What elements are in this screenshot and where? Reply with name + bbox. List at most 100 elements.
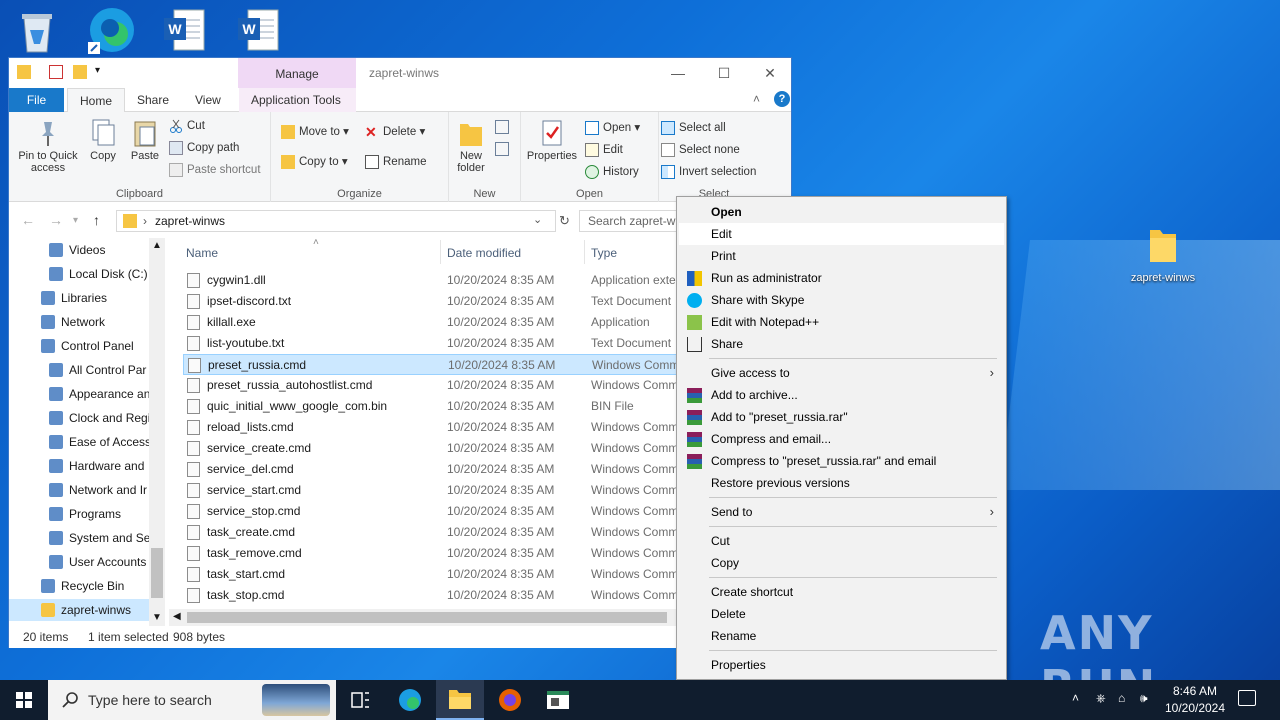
menu-item-create-shortcut[interactable]: Create shortcut xyxy=(679,581,1004,603)
word-document-icon[interactable]: W xyxy=(234,6,290,56)
nav-item[interactable]: Clock and Regi xyxy=(9,407,150,429)
column-separator[interactable] xyxy=(440,240,441,264)
menu-item-cut[interactable]: Cut xyxy=(679,530,1004,552)
tab-application-tools[interactable]: Application Tools xyxy=(239,88,356,112)
nav-item[interactable]: Network xyxy=(9,311,149,333)
menu-item-delete[interactable]: Delete xyxy=(679,603,1004,625)
tab-file[interactable]: File xyxy=(9,88,64,112)
menu-item-print[interactable]: Print xyxy=(679,245,1004,267)
nav-item[interactable]: Hardware and xyxy=(9,455,149,477)
taskbar-firefox-button[interactable] xyxy=(486,680,534,720)
nav-item[interactable]: Appearance an xyxy=(9,383,150,405)
menu-item-share-with-skype[interactable]: Share with Skype xyxy=(679,289,1004,311)
task-view-button[interactable] xyxy=(336,680,384,720)
edge-shortcut-icon[interactable] xyxy=(86,4,142,54)
properties-quick-icon[interactable] xyxy=(49,65,63,79)
manage-contextual-tab[interactable]: Manage xyxy=(238,58,356,88)
menu-item-edit[interactable]: Edit xyxy=(679,223,1004,245)
close-button[interactable]: ✕ xyxy=(747,62,793,84)
taskbar-explorer-button[interactable] xyxy=(436,680,484,720)
search-input[interactable]: Search zapret-wi xyxy=(579,210,689,232)
new-folder-quick-icon[interactable] xyxy=(73,65,87,79)
refresh-icon[interactable]: ↻ xyxy=(559,213,570,229)
menu-item-rename[interactable]: Rename xyxy=(679,625,1004,647)
menu-item-open[interactable]: Open xyxy=(679,201,1004,223)
nav-item[interactable]: Recycle Bin xyxy=(9,575,149,597)
up-arrow-icon[interactable]: ↑ xyxy=(93,212,100,228)
new-item-icon[interactable] xyxy=(495,120,509,134)
copy-path-button[interactable]: Copy path xyxy=(167,138,239,158)
invert-selection-button[interactable]: Invert selection xyxy=(659,162,756,182)
easy-access-icon[interactable] xyxy=(495,142,509,156)
open-button[interactable]: Open ▾ xyxy=(583,118,640,138)
nav-item[interactable]: User Accounts xyxy=(9,551,149,573)
nav-item[interactable]: zapret-winws xyxy=(9,599,149,621)
clock[interactable]: 8:46 AM 10/20/2024 xyxy=(1160,683,1230,717)
chevron-down-icon[interactable]: ▾ xyxy=(73,215,78,226)
history-button[interactable]: History xyxy=(583,162,639,182)
menu-item-compress-to-preset-russia-rar-and-email[interactable]: Compress to "preset_russia.rar" and emai… xyxy=(679,450,1004,472)
desktop-folder-zapret[interactable]: zapret-winws xyxy=(1128,224,1198,284)
nav-item[interactable]: Libraries xyxy=(9,287,149,309)
breadcrumb-current[interactable]: zapret-winws xyxy=(155,214,225,228)
minimize-button[interactable]: — xyxy=(655,62,701,84)
select-none-button[interactable]: Select none xyxy=(659,140,740,160)
maximize-button[interactable]: ☐ xyxy=(701,62,747,84)
column-separator[interactable] xyxy=(584,240,585,264)
taskbar-app-button[interactable] xyxy=(534,680,582,720)
scroll-thumb[interactable] xyxy=(187,612,667,623)
network-icon[interactable]: ⎈ xyxy=(1096,691,1106,706)
recycle-bin-icon[interactable] xyxy=(12,6,68,56)
column-header-date[interactable]: Date modified xyxy=(447,242,521,264)
paste-shortcut-button[interactable]: Paste shortcut xyxy=(167,160,261,180)
menu-item-restore-previous-versions[interactable]: Restore previous versions xyxy=(679,472,1004,494)
tab-view[interactable]: View xyxy=(183,88,233,112)
menu-item-give-access-to[interactable]: Give access to › xyxy=(679,362,1004,384)
menu-item-edit-with-notepad[interactable]: Edit with Notepad++ xyxy=(679,311,1004,333)
word-document-icon[interactable]: W xyxy=(160,6,216,56)
start-button[interactable] xyxy=(0,680,48,720)
nav-item[interactable]: All Control Par xyxy=(9,359,149,381)
menu-item-run-as-administrator[interactable]: Run as administrator xyxy=(679,267,1004,289)
wifi-icon[interactable]: ⌂ xyxy=(1118,691,1125,705)
scroll-thumb[interactable] xyxy=(151,548,163,598)
pin-quick-access-button[interactable]: Pin to Quick access xyxy=(13,118,83,174)
column-header-type[interactable]: Type xyxy=(591,242,617,264)
scroll-up-icon[interactable]: ▲ xyxy=(152,240,162,251)
nav-item[interactable]: Programs xyxy=(9,503,149,525)
nav-item[interactable]: Videos xyxy=(9,239,149,261)
copy-button[interactable]: Copy xyxy=(85,118,121,162)
chevron-down-icon[interactable]: ⌄ xyxy=(533,213,542,226)
scroll-left-icon[interactable]: ◀ xyxy=(173,611,181,622)
notification-icon[interactable] xyxy=(1238,690,1256,706)
chevron-up-icon[interactable]: ˄ xyxy=(753,92,760,106)
select-all-button[interactable]: Select all xyxy=(659,118,726,138)
edit-button[interactable]: Edit xyxy=(583,140,623,160)
tab-home[interactable]: Home xyxy=(67,88,126,112)
tab-share[interactable]: Share xyxy=(125,88,181,112)
menu-item-copy[interactable]: Copy xyxy=(679,552,1004,574)
chevron-up-icon[interactable]: ˄ xyxy=(1072,691,1079,705)
menu-item-send-to[interactable]: Send to › xyxy=(679,501,1004,523)
address-path-box[interactable]: › zapret-winws ⌄ xyxy=(116,210,556,232)
cut-button[interactable]: Cut xyxy=(167,116,205,136)
move-to-button[interactable]: Move to ▾ xyxy=(279,122,349,142)
back-arrow-icon[interactable]: ← xyxy=(21,212,35,228)
properties-button[interactable]: Properties xyxy=(525,118,579,162)
paste-button[interactable]: Paste xyxy=(127,118,163,162)
menu-item-add-to-preset-russia-rar[interactable]: Add to "preset_russia.rar" xyxy=(679,406,1004,428)
forward-arrow-icon[interactable]: → xyxy=(49,212,63,228)
menu-item-properties[interactable]: Properties xyxy=(679,654,1004,676)
copy-to-button[interactable]: Copy to ▾ xyxy=(279,152,348,172)
delete-button[interactable]: ✕ Delete ▾ xyxy=(363,122,425,142)
new-folder-button[interactable]: New folder xyxy=(449,118,493,174)
nav-item[interactable]: Local Disk (C:) xyxy=(9,263,149,285)
menu-item-share[interactable]: Share xyxy=(679,333,1004,355)
menu-item-add-to-archive[interactable]: Add to archive... xyxy=(679,384,1004,406)
help-icon[interactable]: ? xyxy=(774,91,790,107)
rename-button[interactable]: Rename xyxy=(363,152,426,172)
nav-item[interactable]: Control Panel xyxy=(9,335,149,357)
scroll-down-icon[interactable]: ▼ xyxy=(152,612,162,623)
menu-item-compress-and-email[interactable]: Compress and email... xyxy=(679,428,1004,450)
nav-item[interactable]: Ease of Access xyxy=(9,431,151,453)
